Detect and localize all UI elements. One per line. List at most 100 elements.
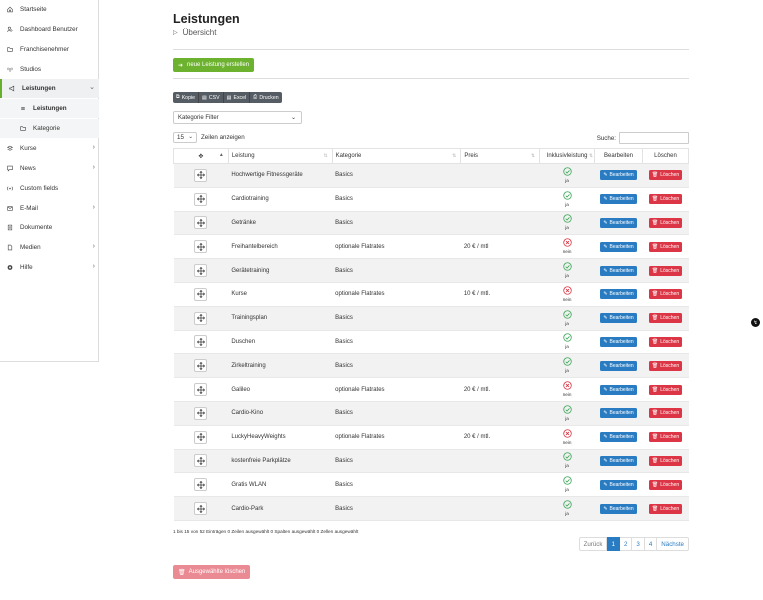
sidebar-item-hilfe[interactable]: Hilfe › — [0, 258, 99, 277]
export-kopie-button[interactable]: ⧉ Kopie — [173, 92, 199, 103]
edit-button[interactable]: ✎ Bearbeiten — [600, 170, 637, 181]
delete-button[interactable]: 🗑 Löschen — [648, 313, 683, 324]
edit-button[interactable]: ✎ Bearbeiten — [600, 384, 637, 395]
edit-button[interactable]: ✎ Bearbeiten — [600, 194, 637, 205]
search-input[interactable] — [619, 132, 689, 144]
category-filter-select[interactable]: Kategorie Filter ⌄ — [173, 111, 302, 124]
pagination-next-button[interactable]: Nächste — [657, 537, 689, 551]
service-price: 20 € / mtl. — [460, 425, 540, 450]
drag-handle-icon[interactable] — [194, 168, 208, 182]
delete-button[interactable]: 🗑 Löschen — [648, 170, 683, 181]
edit-button[interactable]: ✎ Bearbeiten — [600, 432, 637, 443]
pagination-prev-button[interactable]: Zurück — [578, 537, 608, 551]
drag-handle-icon[interactable] — [194, 287, 208, 301]
table-row: Cardio-Park Basics ja ✎ Bearbeiten 🗑 Löschen — [173, 496, 689, 521]
delete-button[interactable]: 🗑 Löschen — [648, 360, 683, 371]
sidebar-item-franchisenehmer[interactable]: Franchisenehmer — [0, 40, 99, 59]
drag-handle-icon[interactable] — [194, 311, 208, 325]
column-header-kategorie[interactable]: Kategorie ⇅ — [331, 148, 462, 164]
delete-cell: 🗑 Löschen — [642, 496, 689, 521]
sidebar-item-startseite[interactable]: Startseite — [0, 0, 99, 19]
drag-handle-icon[interactable] — [194, 406, 208, 420]
service-price — [460, 187, 540, 212]
delete-button[interactable]: 🗑 Löschen — [648, 289, 683, 300]
pagination-page-3[interactable]: 3 — [632, 537, 645, 551]
delete-button[interactable]: 🗑 Löschen — [648, 336, 683, 347]
trash-icon: 🗑 — [651, 505, 659, 512]
edit-button[interactable]: ✎ Bearbeiten — [600, 360, 637, 371]
included-label: nein — [562, 249, 572, 255]
drag-handle-icon[interactable] — [194, 430, 208, 444]
sidebar-item-news[interactable]: News › — [0, 159, 99, 178]
sidebar-item-leistungen-sub[interactable]: Leistungen — [0, 99, 99, 119]
delete-button[interactable]: 🗑 Löschen — [648, 432, 683, 443]
pagination-page-1[interactable]: 1 — [607, 537, 620, 551]
edit-button[interactable]: ✎ Bearbeiten — [600, 336, 637, 347]
edit-button[interactable]: ✎ Bearbeiten — [600, 313, 637, 324]
column-header-preis[interactable]: Preis ⇅ — [460, 148, 541, 164]
sidebar-item-studios[interactable]: Studios — [0, 60, 99, 79]
sidebar-item-dokumente[interactable]: Dokumente — [0, 218, 99, 237]
drag-handle-icon[interactable] — [194, 264, 208, 278]
sidebar-item-e-mail[interactable]: E-Mail › — [0, 199, 99, 218]
sidebar-item-kurse[interactable]: Kurse › — [0, 139, 99, 158]
drag-handle-icon[interactable] — [194, 359, 208, 373]
floating-action-icon[interactable]: ↯ — [751, 318, 760, 327]
delete-button[interactable]: 🗑 Löschen — [648, 194, 683, 205]
delete-cell: 🗑 Löschen — [642, 306, 689, 331]
delete-button[interactable]: 🗑 Löschen — [648, 217, 683, 228]
service-name: kostenfreie Parkplätze — [228, 449, 333, 474]
table-info: 1 bis 15 von 52 Einträgen 0 Zeilen ausge… — [173, 529, 359, 534]
search-label: Suche: — [596, 134, 616, 142]
edit-button[interactable]: ✎ Bearbeiten — [600, 217, 637, 228]
edit-button[interactable]: ✎ Bearbeiten — [600, 265, 637, 276]
edit-icon: ✎ — [603, 410, 608, 417]
drag-handle-icon[interactable] — [194, 383, 208, 397]
edit-label: Bearbeiten — [609, 315, 634, 322]
drag-handle-icon[interactable] — [194, 240, 208, 254]
delete-button[interactable]: 🗑 Löschen — [648, 479, 683, 490]
sidebar-item-medien[interactable]: Medien › — [0, 238, 99, 257]
export-drucken-button[interactable]: ⎙ Drucken — [250, 92, 282, 103]
edit-button[interactable]: ✎ Bearbeiten — [600, 289, 637, 300]
new-service-button[interactable]: ➜ neue Leistung erstellen — [173, 58, 255, 72]
delete-button[interactable]: 🗑 Löschen — [648, 265, 683, 276]
edit-cell: ✎ Bearbeiten — [594, 258, 643, 283]
drag-handle-icon[interactable] — [194, 454, 208, 468]
drag-handle-icon[interactable] — [194, 478, 208, 492]
column-header-leistung[interactable]: Leistung ⇅ ▲ — [219, 148, 333, 164]
drag-handle-icon[interactable] — [194, 192, 208, 206]
sidebar-item-leistungen[interactable]: Leistungen ⌄ — [0, 79, 99, 99]
delete-button[interactable]: 🗑 Löschen — [648, 503, 683, 514]
column-header-inklusivleistung[interactable]: Inklusivleistung ⇅ — [539, 148, 596, 164]
delete-button[interactable]: 🗑 Löschen — [648, 384, 683, 395]
sidebar-item-custom-fields[interactable]: Custom fields — [0, 179, 99, 198]
included-cell: nein — [539, 425, 595, 450]
page-length-select[interactable]: 15 ⌄ — [173, 132, 197, 143]
export-csv-button[interactable]: ▤ CSV — [199, 92, 224, 103]
delete-button[interactable]: 🗑 Löschen — [648, 241, 683, 252]
table-row: Zirkeltraining Basics ja ✎ Bearbeiten 🗑 Lösche… — [173, 353, 689, 379]
delete-button[interactable]: 🗑 Löschen — [648, 455, 683, 466]
service-price — [460, 401, 540, 426]
export-excel-button[interactable]: ▤ Excel — [223, 92, 251, 103]
check-circle-icon — [562, 167, 572, 178]
edit-button[interactable]: ✎ Bearbeiten — [600, 455, 637, 466]
delete-selected-button[interactable]: 🗑 Ausgewählte löschen — [173, 565, 251, 579]
included-label: ja — [565, 177, 569, 183]
drag-handle-icon[interactable] — [194, 335, 208, 349]
delete-button[interactable]: 🗑 Löschen — [648, 408, 683, 419]
pagination-page-2[interactable]: 2 — [619, 537, 633, 551]
sidebar-item-dashboard-benutzer[interactable]: Dashboard Benutzer — [0, 20, 99, 39]
service-name: Getränke — [228, 211, 333, 236]
edit-button[interactable]: ✎ Bearbeiten — [600, 479, 637, 490]
sidebar-item-kategorie-sub[interactable]: Kategorie — [0, 119, 99, 139]
drag-handle-icon[interactable] — [194, 502, 208, 516]
service-name: Freihantelbereich — [228, 234, 333, 260]
drag-handle-icon[interactable] — [194, 216, 208, 230]
edit-button[interactable]: ✎ Bearbeiten — [600, 241, 637, 252]
edit-button[interactable]: ✎ Bearbeiten — [600, 503, 637, 514]
edit-button[interactable]: ✎ Bearbeiten — [600, 408, 637, 419]
pagination-page-4[interactable]: 4 — [644, 537, 658, 551]
subtitle-label: Übersicht — [182, 28, 217, 37]
